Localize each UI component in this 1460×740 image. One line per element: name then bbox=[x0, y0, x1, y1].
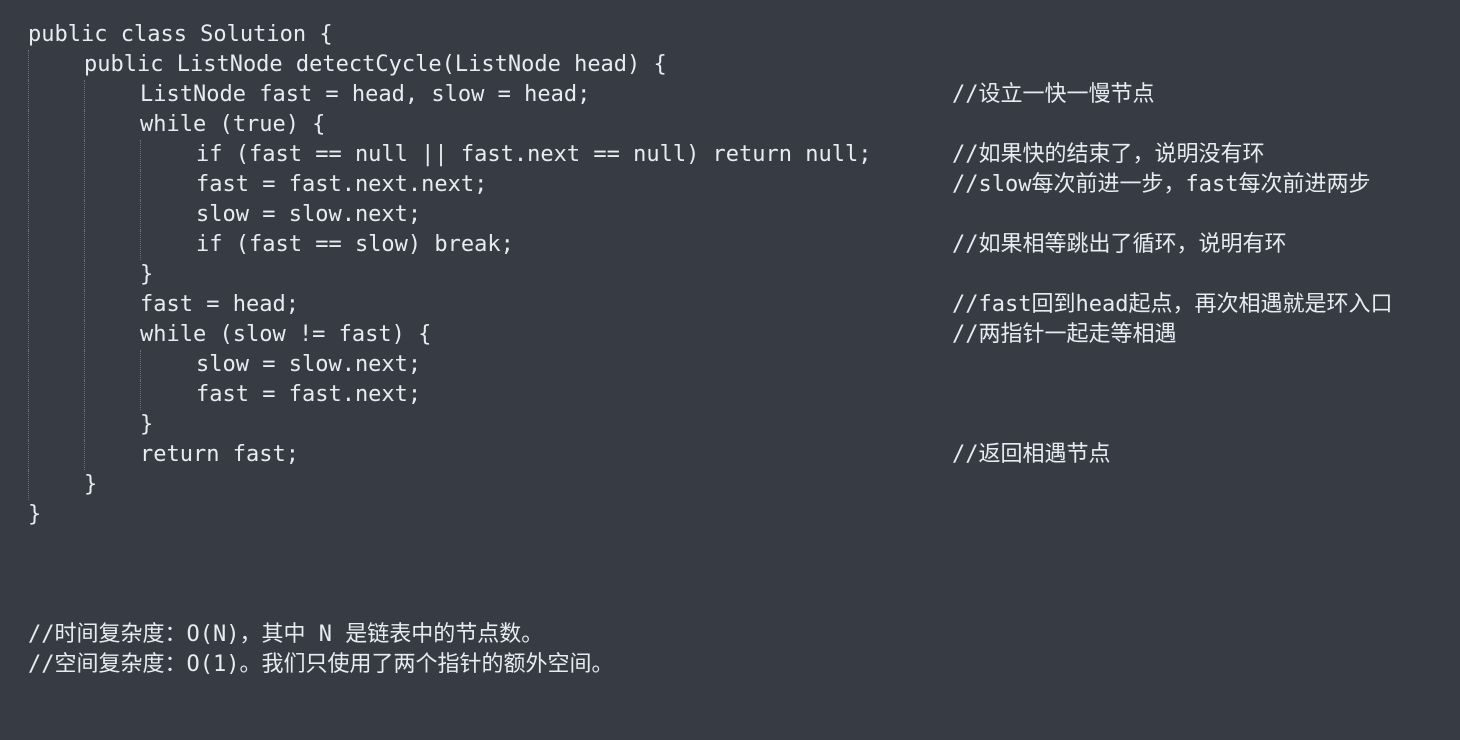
code-text: fast = head; bbox=[140, 292, 299, 317]
indent-guide bbox=[140, 350, 141, 380]
indent-guide bbox=[28, 320, 29, 350]
indent-guide bbox=[84, 290, 85, 320]
indent-guide bbox=[28, 440, 29, 470]
code-line-8: if (fast == slow) break; //如果相等跳出了循环，说明有… bbox=[28, 230, 1448, 260]
indent-guide bbox=[28, 200, 29, 230]
code-comment: //设立一快一慢节点 bbox=[952, 82, 1155, 107]
code-text: public class Solution { bbox=[28, 22, 333, 47]
code-line-2: public ListNode detectCycle(ListNode hea… bbox=[28, 50, 1448, 80]
code-line-15: return fast; //返回相遇节点 bbox=[28, 440, 1448, 470]
indent-guide bbox=[28, 170, 29, 200]
indent-guide bbox=[84, 170, 85, 200]
indent-guide bbox=[28, 410, 29, 440]
code-line-11: while (slow != fast) { //两指针一起走等相遇 bbox=[28, 320, 1448, 350]
indent-guide bbox=[140, 230, 141, 260]
code-text: if (fast == null || fast.next == null) r… bbox=[196, 142, 872, 167]
code-text: } bbox=[84, 472, 98, 497]
code-text: public ListNode detectCycle(ListNode hea… bbox=[84, 52, 667, 77]
code-editor[interactable]: public class Solution { public ListNode … bbox=[0, 0, 1460, 684]
indent-guide bbox=[84, 140, 85, 170]
indent-guide bbox=[140, 380, 141, 410]
indent-guide bbox=[140, 140, 141, 170]
indent-guide bbox=[84, 410, 85, 440]
code-text: while (slow != fast) { bbox=[140, 322, 432, 347]
indent-guide bbox=[84, 110, 85, 140]
code-line-6: fast = fast.next.next; //slow每次前进一步，fast… bbox=[28, 170, 1448, 200]
indent-guide bbox=[84, 200, 85, 230]
code-line-10: fast = head; //fast回到head起点，再次相遇就是环入口 bbox=[28, 290, 1448, 320]
indent-guide bbox=[84, 350, 85, 380]
indent-guide bbox=[28, 230, 29, 260]
indent-guide bbox=[84, 260, 85, 290]
code-line-13: fast = fast.next; bbox=[28, 380, 1448, 410]
code-line-9: } bbox=[28, 260, 1448, 290]
code-line-17: } bbox=[28, 500, 1448, 530]
indent-guide bbox=[84, 440, 85, 470]
code-text: fast = fast.next; bbox=[196, 382, 422, 407]
indent-guide bbox=[28, 50, 29, 80]
indent-guide bbox=[84, 320, 85, 350]
indent-guide bbox=[28, 140, 29, 170]
code-comment: //如果相等跳出了循环，说明有环 bbox=[952, 232, 1287, 257]
indent-guide bbox=[28, 470, 29, 500]
code-comment: //返回相遇节点 bbox=[952, 442, 1111, 467]
code-text: } bbox=[28, 502, 42, 527]
indent-guide bbox=[28, 350, 29, 380]
code-line-7: slow = slow.next; bbox=[28, 200, 1448, 230]
indent-guide bbox=[140, 170, 141, 200]
space-complexity-comment: //空间复杂度：O(1)。我们只使用了两个指针的额外空间。 bbox=[28, 650, 1448, 680]
indent-guide bbox=[28, 380, 29, 410]
time-complexity-comment: //时间复杂度：O(N)，其中 N 是链表中的节点数。 bbox=[28, 620, 1448, 650]
code-line-14: } bbox=[28, 410, 1448, 440]
indent-guide bbox=[140, 200, 141, 230]
indent-guide bbox=[28, 260, 29, 290]
code-text: ListNode fast = head, slow = head; bbox=[140, 82, 591, 107]
code-text: return fast; bbox=[140, 442, 299, 467]
code-comment: //如果快的结束了，说明没有环 bbox=[952, 142, 1265, 167]
code-line-16: } bbox=[28, 470, 1448, 500]
code-text: slow = slow.next; bbox=[196, 352, 422, 377]
indent-guide bbox=[84, 230, 85, 260]
code-text: while (true) { bbox=[140, 112, 326, 137]
code-text: slow = slow.next; bbox=[196, 202, 422, 227]
indent-guide bbox=[28, 290, 29, 320]
code-line-12: slow = slow.next; bbox=[28, 350, 1448, 380]
code-text: fast = fast.next.next; bbox=[196, 172, 488, 197]
code-line-5: if (fast == null || fast.next == null) r… bbox=[28, 140, 1448, 170]
code-comment: //fast回到head起点，再次相遇就是环入口 bbox=[952, 292, 1393, 317]
indent-guide bbox=[84, 380, 85, 410]
code-text: } bbox=[140, 262, 154, 287]
indent-guide bbox=[28, 110, 29, 140]
indent-guide bbox=[28, 80, 29, 110]
code-text: } bbox=[140, 412, 154, 437]
code-comment: //slow每次前进一步，fast每次前进两步 bbox=[952, 172, 1371, 197]
code-line-1: public class Solution { bbox=[28, 20, 1448, 50]
code-block[interactable]: public class Solution { public ListNode … bbox=[28, 20, 1448, 680]
code-text: //空间复杂度：O(1)。我们只使用了两个指针的额外空间。 bbox=[28, 652, 614, 677]
code-text: //时间复杂度：O(N)，其中 N 是链表中的节点数。 bbox=[28, 622, 544, 647]
code-line-4: while (true) { bbox=[28, 110, 1448, 140]
indent-guide bbox=[84, 80, 85, 110]
code-text: if (fast == slow) break; bbox=[196, 232, 514, 257]
code-line-3: ListNode fast = head, slow = head; //设立一… bbox=[28, 80, 1448, 110]
code-comment: //两指针一起走等相遇 bbox=[952, 322, 1177, 347]
